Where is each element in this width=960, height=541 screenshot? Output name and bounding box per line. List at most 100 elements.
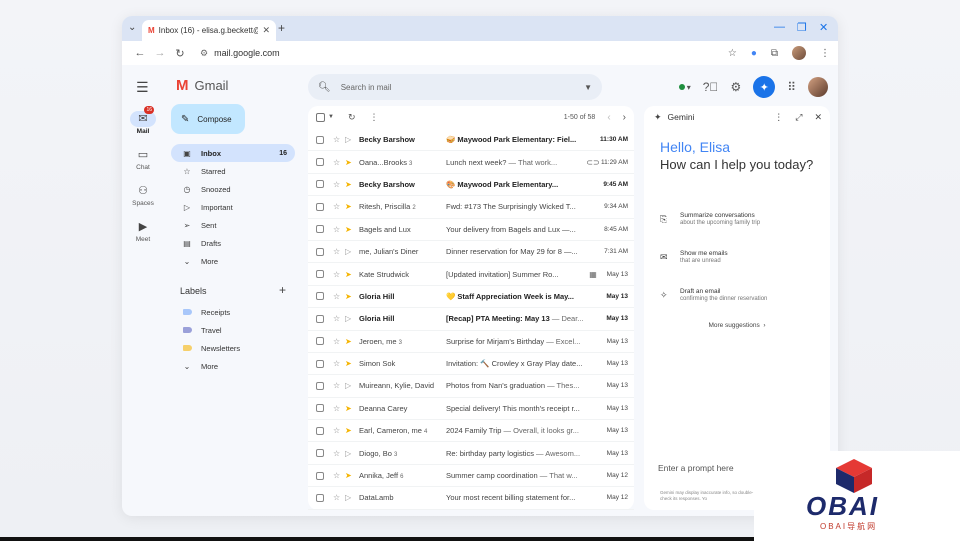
url-field[interactable]: ⚙ mail.google.com	[200, 48, 280, 59]
star-icon[interactable]: ☆	[333, 381, 345, 390]
close-window-icon[interactable]: ✕	[819, 21, 828, 34]
more-actions-icon[interactable]: ⋮	[370, 112, 379, 123]
add-label-icon[interactable]: +	[279, 284, 286, 296]
settings-gear-icon[interactable]: ⚙	[730, 80, 741, 94]
site-info-icon[interactable]: ⚙	[200, 48, 208, 59]
new-tab-icon[interactable]: +	[278, 21, 285, 35]
importance-marker-icon[interactable]: ▷	[345, 247, 359, 256]
back-icon[interactable]: ←	[130, 47, 150, 59]
email-row[interactable]: ☆ ▷ Diogo, Bo 3 Re: birthday party logistic…	[308, 442, 634, 465]
more-suggestions-button[interactable]: More suggestions ›	[644, 322, 830, 329]
importance-marker-icon[interactable]: ➤	[345, 359, 359, 368]
reload-icon[interactable]: ↻	[170, 47, 190, 60]
nav-more[interactable]: ⌄ More	[171, 252, 295, 270]
row-checkbox[interactable]	[316, 247, 324, 256]
importance-marker-icon[interactable]: ▷	[345, 314, 359, 323]
email-row[interactable]: ☆ ▷ me, Julian's Diner Dinner reservation …	[308, 241, 634, 264]
email-row[interactable]: ☆ ➤ Becky Barshow 🎨 Maywood Park Elementar…	[308, 174, 634, 197]
row-checkbox[interactable]	[316, 493, 324, 502]
star-icon[interactable]: ☆	[333, 135, 345, 144]
star-icon[interactable]: ☆	[333, 449, 345, 458]
row-checkbox[interactable]	[316, 471, 324, 480]
star-icon[interactable]: ☆	[333, 158, 345, 167]
browser-tab[interactable]: M Inbox (16) - elisa.g.beckett@ ✕	[142, 20, 276, 41]
row-attachment-icon[interactable]: ⊂⊃	[586, 158, 600, 167]
status-indicator[interactable]: ▾	[678, 83, 691, 92]
star-icon[interactable]: ☆	[333, 180, 345, 189]
search-icon[interactable]: 🔍︎	[318, 82, 331, 93]
importance-marker-icon[interactable]: ➤	[345, 426, 359, 435]
star-icon[interactable]: ☆	[333, 270, 345, 279]
tab-search-icon[interactable]: ⌄	[128, 22, 136, 33]
row-checkbox[interactable]	[316, 180, 324, 189]
rail-mail[interactable]: ✉ 16 Mail	[122, 106, 164, 135]
row-checkbox[interactable]	[316, 337, 324, 346]
select-options-icon[interactable]: ▼	[328, 114, 334, 120]
star-icon[interactable]: ☆	[333, 493, 345, 502]
importance-marker-icon[interactable]: ▷	[345, 135, 359, 144]
star-icon[interactable]: ☆	[333, 225, 345, 234]
nav-important[interactable]: ▷ Important	[171, 198, 295, 216]
prev-page-icon[interactable]: ‹	[607, 112, 610, 123]
star-icon[interactable]: ☆	[333, 404, 345, 413]
suggestion-summarize[interactable]: ⎘ Summarize conversations about the upco…	[660, 212, 822, 226]
suggestion-show-emails[interactable]: ✉ Show me emails that are unread	[660, 250, 822, 264]
select-all-checkbox[interactable]	[316, 112, 325, 122]
importance-marker-icon[interactable]: ➤	[345, 337, 359, 346]
label-newsletters[interactable]: Newsletters	[171, 339, 295, 357]
help-icon[interactable]: ?⃝	[703, 80, 719, 94]
star-icon[interactable]: ☆	[333, 247, 345, 256]
email-row[interactable]: ☆ ➤ Annika, Jeff 6 Summer camp coordination…	[308, 465, 634, 488]
close-icon[interactable]: ✕	[814, 112, 822, 123]
refresh-icon[interactable]: ↻	[348, 112, 356, 123]
row-checkbox[interactable]	[316, 135, 324, 144]
suggestion-draft-email[interactable]: ✧ Draft an email confirming the dinner r…	[660, 288, 822, 302]
row-checkbox[interactable]	[316, 449, 324, 458]
row-checkbox[interactable]	[316, 426, 324, 435]
row-attachment-icon[interactable]: ▦	[586, 270, 600, 279]
label-receipts[interactable]: Receipts	[171, 303, 295, 321]
email-row[interactable]: ☆ ➤ Kate Strudwick [Updated invitation] Su…	[308, 263, 634, 286]
star-icon[interactable]: ☆	[333, 314, 345, 323]
gemini-sparkle-icon[interactable]: ✦	[753, 76, 776, 98]
gemini-more-icon[interactable]: ⋮	[774, 112, 783, 123]
search-bar[interactable]: 🔍︎ Search in mail ▼	[308, 74, 602, 100]
gemini-prompt-input[interactable]: Enter a prompt here	[658, 463, 734, 473]
expand-icon[interactable]: ⤢	[795, 112, 802, 123]
nav-snoozed[interactable]: ◷ Snoozed	[171, 180, 295, 198]
email-row[interactable]: ☆ ➤ Jeroen, me 3 Surprise for Mirjam's Birt…	[308, 331, 634, 353]
email-row[interactable]: ☆ ▷ Muireann, Kylie, David Photos from Nan…	[308, 375, 634, 398]
search-input[interactable]: Search in mail	[341, 83, 584, 92]
star-icon[interactable]: ☆	[333, 292, 345, 301]
row-checkbox[interactable]	[316, 202, 324, 211]
importance-marker-icon[interactable]: ▷	[345, 493, 359, 502]
close-tab-icon[interactable]: ✕	[262, 25, 270, 36]
star-icon[interactable]: ☆	[333, 359, 345, 368]
email-row[interactable]: ☆ ➤ Simon Sok Invitation: 🔨 Crowley x Gray…	[308, 353, 634, 376]
importance-marker-icon[interactable]: ➤	[345, 270, 359, 279]
forward-icon[interactable]: →	[150, 47, 170, 59]
row-checkbox[interactable]	[316, 359, 324, 368]
row-checkbox[interactable]	[316, 225, 324, 234]
importance-marker-icon[interactable]: ▷	[345, 449, 359, 458]
label-travel[interactable]: Travel	[171, 321, 295, 339]
rail-spaces[interactable]: ⚇ Spaces	[122, 183, 164, 207]
search-options-icon[interactable]: ▼	[584, 83, 592, 92]
puzzle-extensions-icon[interactable]: ⧉	[771, 48, 778, 59]
main-menu-icon[interactable]: ☰	[136, 79, 149, 96]
gmail-logo[interactable]: M Gmail	[176, 77, 228, 94]
importance-marker-icon[interactable]: ➤	[345, 180, 359, 189]
profile-avatar-small[interactable]	[792, 46, 806, 60]
importance-marker-icon[interactable]: ➤	[345, 292, 359, 301]
next-page-icon[interactable]: ›	[623, 112, 626, 123]
star-icon[interactable]: ☆	[333, 337, 345, 346]
email-row[interactable]: ☆ ➤ Earl, Cameron, me 4 2024 Family Trip — …	[308, 420, 634, 443]
importance-marker-icon[interactable]: ➤	[345, 202, 359, 211]
importance-marker-icon[interactable]: ▷	[345, 381, 359, 390]
extension-icon[interactable]: ●	[751, 48, 757, 59]
email-row[interactable]: ☆ ▷ Gloria Hill [Recap] PTA Meeting: May 1…	[308, 308, 634, 331]
email-row[interactable]: ☆ ➤ Bagels and Lux Your delivery from Bage…	[308, 219, 634, 241]
email-row[interactable]: ☆ ➤ Deanna Carey Special delivery! This mo…	[308, 398, 634, 421]
email-row[interactable]: ☆ ▷ DataLamb Your most recent billing stat…	[308, 487, 634, 510]
nav-starred[interactable]: ☆ Starred	[171, 162, 295, 180]
